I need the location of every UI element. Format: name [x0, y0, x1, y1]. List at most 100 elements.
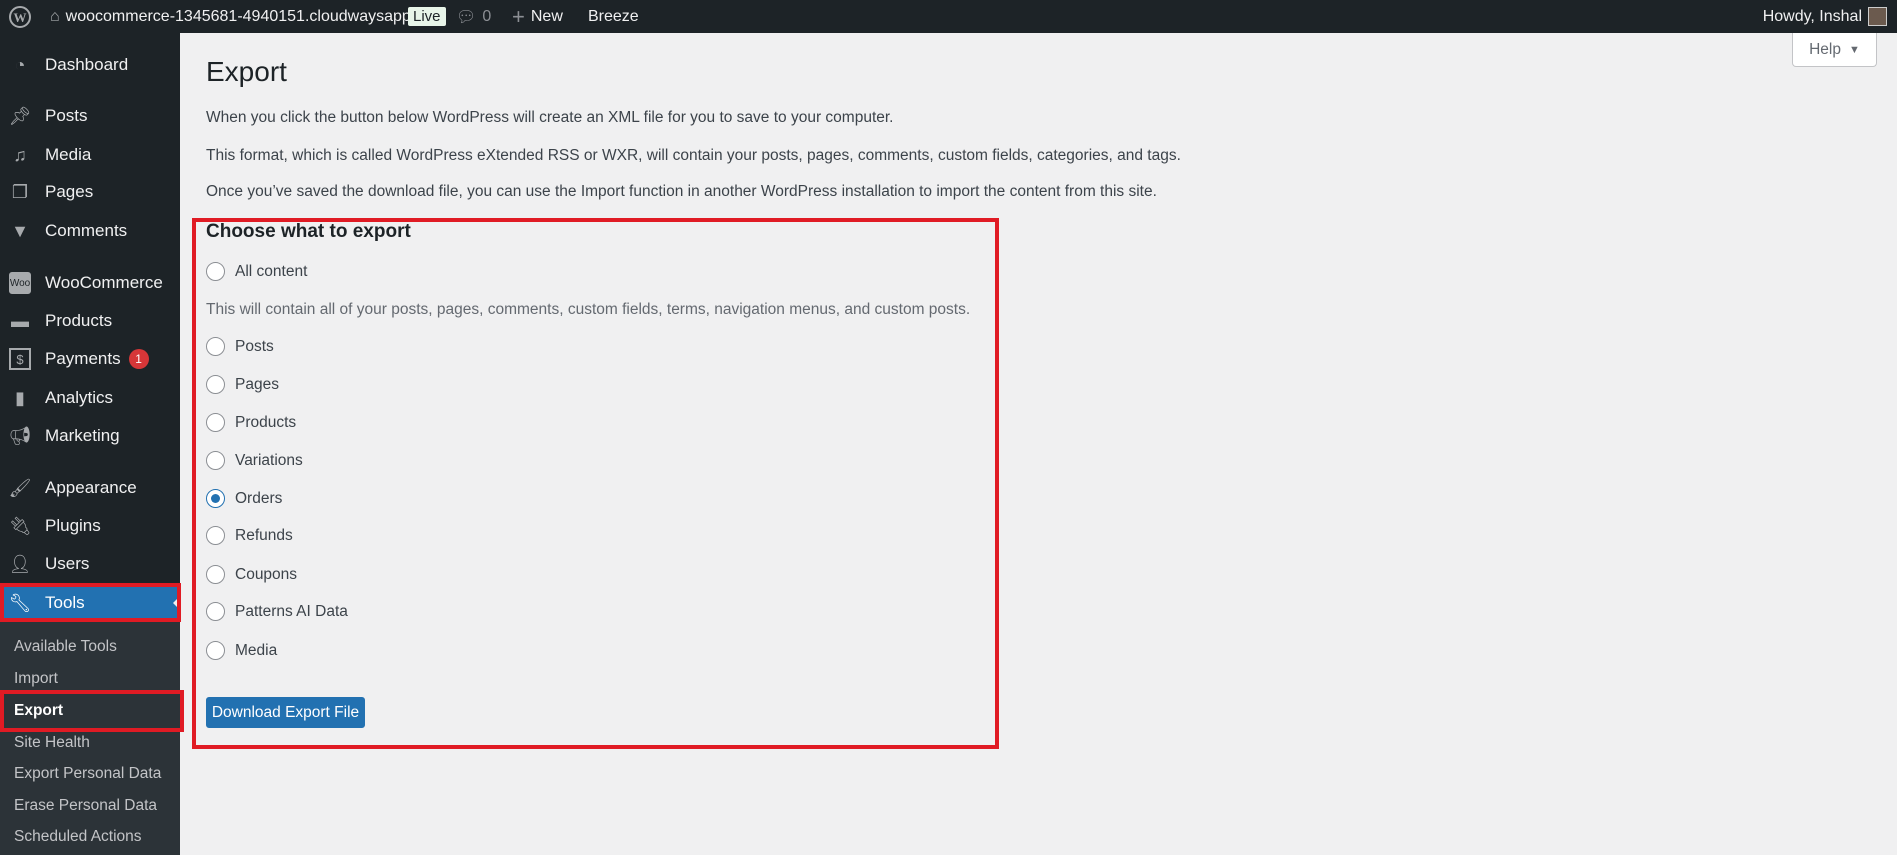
- brush-icon: 🖌︎: [8, 477, 32, 498]
- home-icon: ⌂: [50, 7, 60, 25]
- radio-all-content[interactable]: All content: [206, 262, 307, 281]
- option-label: Media: [235, 641, 278, 659]
- howdy-label: Howdy, Inshal: [1762, 7, 1862, 25]
- sidebar-item-analytics[interactable]: ▮ Analytics: [0, 379, 180, 417]
- archive-icon: ▬: [11, 310, 29, 331]
- radio-button[interactable]: [206, 565, 225, 584]
- highlight-tools: [0, 583, 181, 622]
- radio-posts[interactable]: Posts: [206, 337, 274, 356]
- site-name: woocommerce-1345681-4940151.cloudwaysapp…: [65, 7, 425, 25]
- sidebar-item-comments[interactable]: ▼ Comments: [0, 212, 180, 250]
- radio-refunds[interactable]: Refunds: [206, 526, 293, 545]
- sidebar-label: Appearance: [45, 478, 137, 497]
- sidebar-item-users[interactable]: 👤︎ Users: [0, 545, 180, 583]
- sidebar-item-appearance[interactable]: 🖌︎ Appearance: [0, 469, 180, 507]
- option-label: Posts: [235, 337, 274, 355]
- account-menu[interactable]: Howdy, Inshal: [1763, 0, 1887, 33]
- sidebar-item-products[interactable]: ▬ Products: [0, 302, 180, 340]
- highlight-export: [0, 690, 184, 732]
- help-label: Help: [1809, 40, 1841, 58]
- media-icon: ♫: [13, 144, 27, 165]
- sidebar-item-posts[interactable]: 📌︎ Posts: [0, 97, 180, 135]
- sidebar-label: WooCommerce: [45, 273, 163, 292]
- radio-patterns-ai-data[interactable]: Patterns AI Data: [206, 602, 348, 621]
- sidebar-label: Plugins: [45, 516, 101, 535]
- option-label: Coupons: [235, 565, 298, 583]
- page-title: Export: [206, 56, 287, 87]
- radio-orders[interactable]: Orders: [206, 489, 282, 508]
- new-content-link[interactable]: + New: [512, 0, 563, 33]
- comment-icon: 💬︎: [456, 8, 477, 26]
- option-label: Orders: [235, 489, 283, 507]
- option-label: Variations: [235, 451, 303, 469]
- submenu-scheduled-actions[interactable]: Scheduled Actions: [14, 828, 142, 846]
- sidebar-label: Dashboard: [45, 55, 129, 74]
- intro-paragraph: Once you’ve saved the download file, you…: [206, 183, 1157, 200]
- download-export-button[interactable]: Download Export File: [206, 697, 365, 728]
- sidebar-label: Comments: [45, 221, 128, 240]
- section-heading: Choose what to export: [206, 221, 411, 242]
- sidebar-item-woocommerce[interactable]: Woo WooCommerce: [0, 264, 180, 302]
- comments-link[interactable]: 💬︎ 0: [456, 0, 491, 33]
- option-label: All content: [235, 262, 308, 280]
- sidebar-label: Posts: [45, 106, 88, 125]
- radio-button[interactable]: [206, 602, 225, 621]
- intro-paragraph: When you click the button below WordPres…: [206, 109, 894, 126]
- plugin-icon: 🔌︎: [8, 515, 32, 536]
- tools-submenu: Available Tools Import Export Site Healt…: [0, 622, 180, 855]
- all-content-description: This will contain all of your posts, pag…: [206, 301, 971, 318]
- sidebar-item-payments[interactable]: $ Payments 1: [0, 340, 180, 378]
- pin-icon: 📌︎: [8, 105, 32, 126]
- sidebar-label: Products: [45, 311, 113, 330]
- sidebar-item-marketing[interactable]: 📢︎ Marketing: [0, 417, 180, 455]
- radio-button[interactable]: [206, 413, 225, 432]
- radio-button[interactable]: [206, 526, 225, 545]
- intro-paragraph: This format, which is called WordPress e…: [206, 147, 1181, 164]
- highlight-export-options: [192, 218, 999, 749]
- sidebar-item-dashboard[interactable]: ◔ Dashboard: [0, 46, 180, 84]
- radio-pages[interactable]: Pages: [206, 375, 279, 394]
- dollar-icon: $: [9, 348, 31, 370]
- wordpress-logo-icon[interactable]: W: [9, 0, 31, 33]
- option-label: Patterns AI Data: [235, 602, 348, 620]
- svg-text:W: W: [14, 10, 27, 25]
- avatar: [1868, 7, 1887, 26]
- help-button[interactable]: Help ▼: [1792, 33, 1877, 67]
- pages-icon: ❐: [11, 181, 29, 202]
- submenu-import[interactable]: Import: [14, 670, 58, 688]
- sidebar-label: Users: [45, 554, 90, 573]
- radio-button[interactable]: [206, 489, 225, 508]
- submenu-erase-personal-data[interactable]: Erase Personal Data: [14, 797, 157, 815]
- sidebar-label: Media: [45, 145, 92, 164]
- radio-products[interactable]: Products: [206, 413, 296, 432]
- plus-icon: +: [512, 3, 525, 29]
- comment-icon: ▼: [11, 220, 29, 241]
- radio-button[interactable]: [206, 451, 225, 470]
- dashboard-icon: ◔: [14, 54, 26, 75]
- radio-button[interactable]: [206, 375, 225, 394]
- option-label: Products: [235, 413, 297, 431]
- option-label: Refunds: [235, 526, 293, 544]
- chart-icon: ▮: [15, 387, 25, 408]
- option-label: Pages: [235, 375, 279, 393]
- breeze-link[interactable]: Breeze: [588, 0, 639, 33]
- submenu-site-health[interactable]: Site Health: [14, 734, 90, 752]
- radio-coupons[interactable]: Coupons: [206, 565, 297, 584]
- caret-down-icon: ▼: [1849, 43, 1860, 56]
- radio-media[interactable]: Media: [206, 641, 277, 660]
- radio-button[interactable]: [206, 641, 225, 660]
- sidebar-item-media[interactable]: ♫ Media: [0, 136, 180, 174]
- sidebar-label: Payments: [45, 349, 121, 368]
- sidebar-item-plugins[interactable]: 🔌︎ Plugins: [0, 507, 180, 545]
- submenu-export-personal-data[interactable]: Export Personal Data: [14, 765, 161, 783]
- megaphone-icon: 📢︎: [8, 425, 32, 446]
- sidebar-label: Pages: [45, 182, 94, 201]
- radio-button[interactable]: [206, 262, 225, 281]
- breeze-label: Breeze: [588, 7, 639, 25]
- radio-button[interactable]: [206, 337, 225, 356]
- new-label: New: [530, 7, 563, 25]
- radio-variations[interactable]: Variations: [206, 451, 303, 470]
- site-name-link[interactable]: ⌂ woocommerce-1345681-4940151.cloudwaysap…: [50, 0, 424, 33]
- submenu-available-tools[interactable]: Available Tools: [14, 638, 117, 656]
- sidebar-item-pages[interactable]: ❐ Pages: [0, 173, 180, 211]
